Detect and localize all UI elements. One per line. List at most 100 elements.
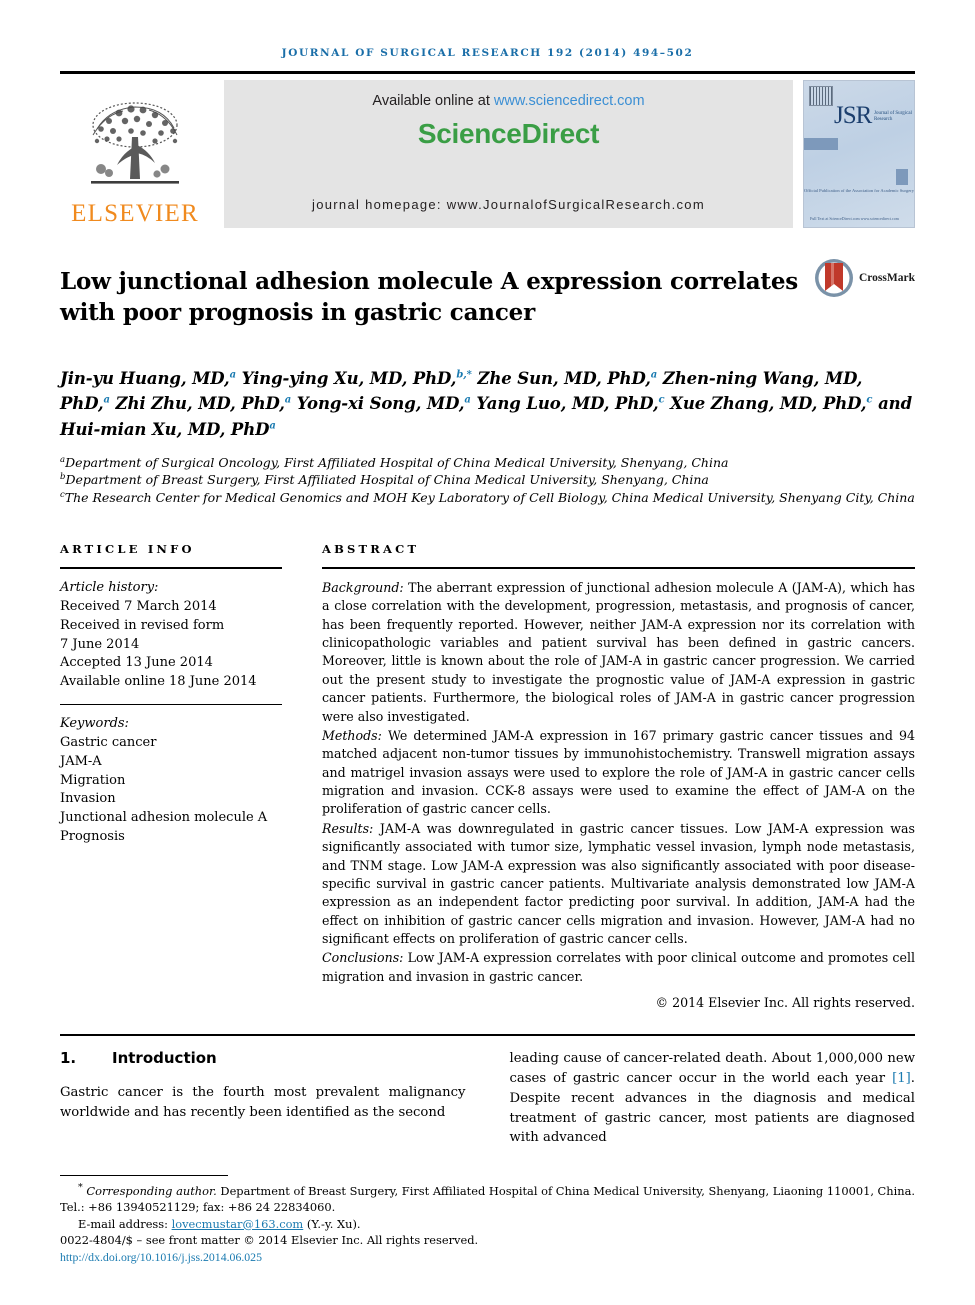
available-online-line: Available online at www.sciencedirect.co… [372,93,644,109]
issn-line: 0022-4804/$ – see front matter © 2014 El… [60,1232,479,1247]
citation-ref-1[interactable]: [1] [892,1071,911,1086]
author-affil-marker[interactable]: c [659,395,665,406]
abstract-section-text: We determined JAM-A expression in 167 pr… [322,727,915,817]
cover-acronym: JSR [834,102,872,129]
crossmark-label: CrossMark [858,272,915,284]
intro-paragraph-left: Gastric cancer is the fourth most preval… [60,1085,466,1121]
author-affil-marker[interactable]: a [464,395,470,406]
author-item: Yang Luo, MD, PhD,c [476,394,664,413]
author-affil-marker[interactable]: a [269,420,275,431]
elsevier-tree-icon [91,102,179,184]
elsevier-logo: ELSEVIER [60,80,210,228]
abstract-column: ABSTRACT Background: The aberrant expres… [310,542,915,1010]
abstract-section-text: JAM-A was downregulated in gastric cance… [322,820,915,947]
history-item: Received in revised form [60,617,225,633]
elsevier-wordmark: ELSEVIER [71,200,199,227]
abstract-copyright: © 2014 Elsevier Inc. All rights reserved… [655,995,916,1011]
affiliation-item: cThe Research Center for Medical Genomic… [60,489,915,506]
keyword-item: Prognosis [60,829,125,845]
journal-cover-thumbnail: JSR Journal of Surgical Research Officia… [803,80,915,228]
crossmark-badge[interactable]: CrossMark [803,252,915,298]
article-info-heading: ARTICLE INFO [60,541,195,556]
author-affil-marker[interactable]: b,* [456,369,472,380]
history-item: Available online 18 June 2014 [60,674,257,690]
available-online-text: Available online at [372,93,494,109]
sciencedirect-banner: Available online at www.sciencedirect.co… [224,80,793,228]
title-row: Low junctional adhesion molecule A expre… [60,252,915,344]
cover-footline: Full Text at ScienceDirect.com www.scien… [810,215,899,221]
affiliation-list: aDepartment of Surgical Oncology, First … [60,454,915,506]
keyword-item: Migration [60,772,126,788]
intro-paragraph-right: leading cause of cancer-related death. A… [510,1049,916,1148]
history-item: 7 June 2014 [60,636,140,652]
abstract-section-text: Low JAM-A expression correlates with poo… [322,950,915,984]
keywords-rule [60,704,282,706]
author-name: Jin-yu Huang, MD, [60,368,230,388]
author-item: Ying-ying Xu, MD, PhD,b,* [242,369,472,388]
section-heading-introduction: 1. Introduction [60,1049,466,1067]
author-item: Yong-xi Song, MD,a [297,394,471,413]
body-columns: 1. Introduction Gastric cancer is the fo… [60,1049,915,1148]
running-head: Journal of Surgical Research 192 (2014) … [281,47,694,59]
abstract-section: Methods: We determined JAM-A expression … [322,727,915,819]
article-history-label: Article history: [60,579,159,595]
email-note: E-mail address: lovecmustar@163.com (Y.-… [60,1216,915,1232]
affiliation-text: The Research Center for Medical Genomics… [64,489,915,505]
keyword-item: Junctional adhesion molecule A [60,810,268,826]
masthead: ELSEVIER Available online at www.science… [60,80,915,228]
body-column-left: 1. Introduction Gastric cancer is the fo… [60,1049,488,1148]
abstract-section: Results: JAM-A was downregulated in gast… [322,820,915,949]
keyword-item: Invasion [60,791,116,807]
author-item: Jin-yu Huang, MD,a [60,369,236,388]
section-number: 1. [60,1049,77,1068]
body-separator-rule [60,1034,915,1037]
article-info-rule [60,566,282,569]
corresponding-author-label: Corresponding author. [86,1184,217,1199]
author-item: Zhi Zhu, MD, PhD,a [116,394,292,413]
abstract-section: Background: The aberrant expression of j… [322,579,915,726]
intro-text-part1: leading cause of cancer-related death. A… [509,1051,916,1087]
doi-link[interactable]: http://dx.doi.org/10.1016/j.jss.2014.06.… [60,1250,915,1265]
abstract-rule [322,566,915,569]
history-item: Received 7 March 2014 [60,598,217,614]
author-name: Yang Luo, MD, PhD, [476,394,659,414]
abstract-heading: ABSTRACT [322,541,420,556]
affiliation-text: Department of Surgical Oncology, First A… [65,455,729,471]
cover-bar-left [804,138,838,150]
cover-subtitle: Journal of Surgical Research [874,111,912,123]
section-title: Introduction [112,1049,217,1068]
author-name: Yong-xi Song, MD, [296,394,465,414]
author-affil-marker[interactable]: a [651,369,657,380]
author-affil-marker[interactable]: a [285,395,291,406]
keywords-label: Keywords: [60,716,129,732]
email-suffix: (Y.-y. Xu). [303,1216,361,1231]
article-info-column: ARTICLE INFO Article history: Received 7… [60,542,310,1010]
author-affil-marker[interactable]: a [103,395,109,406]
corresponding-author-note: * Corresponding author. Department of Br… [60,1181,915,1215]
abstract-section-label: Results: [322,820,374,836]
author-name: Ying-ying Xu, MD, PhD, [241,368,457,388]
author-item: Zhe Sun, MD, PhD,a [477,369,657,388]
author-list: Jin-yu Huang, MD,a Ying-ying Xu, MD, PhD… [60,366,915,443]
abstract-section-label: Background: [322,579,404,595]
author-affil-marker[interactable]: a [230,369,236,380]
author-name: Zhi Zhu, MD, PhD, [115,394,285,414]
keyword-item: JAM-A [60,753,102,769]
info-abstract-columns: ARTICLE INFO Article history: Received 7… [60,542,915,1010]
abstract-section-text: The aberrant expression of junctional ad… [322,579,915,724]
email-link[interactable]: lovecmustar@163.com [172,1217,304,1231]
sciencedirect-link[interactable]: www.sciencedirect.com [494,93,645,109]
crossmark-logo: CrossMark [814,258,915,298]
author-affil-marker[interactable]: c [866,395,872,406]
barcode-icon [809,86,833,106]
footnote-rule [60,1175,228,1177]
affiliation-item: bDepartment of Breast Surgery, First Aff… [60,471,915,488]
body-column-right: leading cause of cancer-related death. A… [488,1049,916,1148]
author-name: Zhe Sun, MD, PhD, [477,368,651,388]
corresponding-marker: * [78,1182,83,1194]
doi-text: http://dx.doi.org/10.1016/j.jss.2014.06.… [60,1250,262,1264]
page-footer: * Corresponding author. Department of Br… [60,1175,915,1265]
header-rule [60,71,915,74]
journal-homepage-line: journal homepage: www.JournalofSurgicalR… [312,197,705,212]
cover-bar-right [896,169,908,185]
